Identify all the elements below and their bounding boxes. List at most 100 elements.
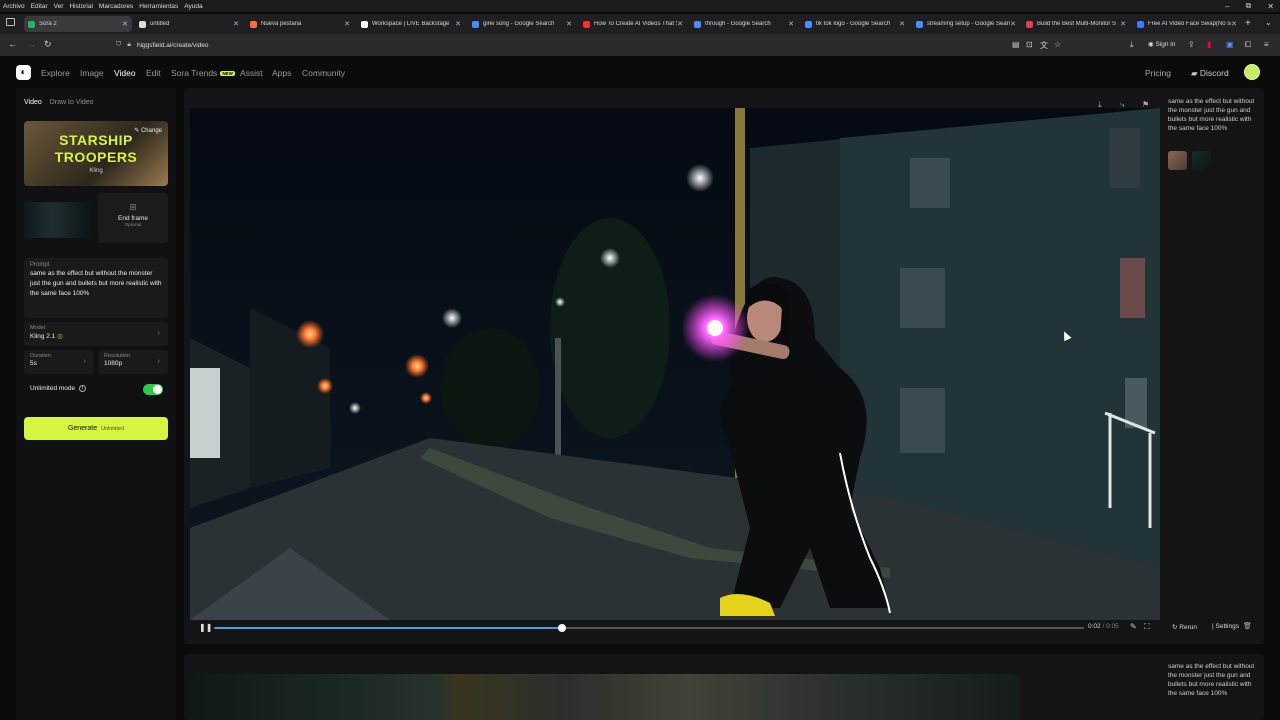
tab-draw-to-video[interactable]: Draw to Video [50,99,94,106]
browser-tab[interactable]: through - Google Search ✕ [690,16,798,32]
reader-icon[interactable]: ▤ [1012,40,1020,49]
browser-tab[interactable]: untitled ✕ [135,16,243,32]
tab-bar: Sora 2 ✕ untitled ✕ Nueva pestaña ✕ Workspa… [0,14,1280,34]
extensions-icon[interactable]: ⇪ [1188,40,1195,49]
browser-tab[interactable]: tik tok logo - Google Search ✕ [801,16,909,32]
menu-icon[interactable]: ≡ [1264,40,1269,49]
start-frame-thumbnail[interactable] [24,202,94,238]
new-tab-icon[interactable]: + [1245,18,1251,29]
reference-thumbnail[interactable] [1192,151,1211,170]
close-icon[interactable]: ✕ [1120,20,1126,28]
close-icon[interactable]: ✕ [344,20,350,28]
close-icon[interactable]: ✕ [788,20,794,28]
forward-icon[interactable]: → [27,39,36,49]
unlimited-mode-toggle[interactable] [143,384,163,395]
browser-tab[interactable]: Build the Best Multi-Monitor S ✕ [1022,16,1130,32]
menu-marcadores[interactable]: Marcadores [96,3,136,10]
close-icon[interactable]: ✕ [1010,20,1016,28]
menu-historial[interactable]: Historial [66,3,95,10]
model-badge-icon: ◎ [57,333,63,340]
nav-sora-trends[interactable]: Sora Trends NEW [171,68,235,78]
bookmark-icon[interactable]: ⚑ [1142,100,1149,109]
discord-link[interactable]: ▰ Discord [1191,68,1229,79]
seek-bar[interactable] [214,624,1084,632]
prompt-text[interactable]: same as the effect but without the monst… [30,269,162,299]
video-player[interactable] [190,674,1020,720]
menu-herramientas[interactable]: Herramientas [136,3,181,10]
trash-icon[interactable]: 🗑︎ [1243,622,1252,630]
result-prompt-text: same as the effect but without the monst… [1168,98,1255,132]
extension-icon[interactable]: ▮ [1207,40,1211,49]
fullscreen-icon[interactable]: ⛶ [1144,622,1150,632]
rerun-button[interactable]: ↻ Rerun [1172,623,1197,631]
reload-icon[interactable]: ↻ [44,39,52,50]
extension-icon[interactable]: ▣ [1226,40,1234,49]
signin-button[interactable]: ◉ Sign in [1148,40,1175,48]
tab-video[interactable]: Video [24,99,42,106]
duration-selector[interactable]: Duration 5s › [24,350,94,374]
chevron-right-icon: › [157,358,160,365]
nav-video[interactable]: Video [114,68,136,78]
browser-tab[interactable]: Nueva pestaña ✕ [246,16,354,32]
menu-ver[interactable]: Ver [51,3,67,10]
video-player[interactable] [190,108,1160,620]
tab-label: through - Google Search [705,21,771,27]
browser-tab[interactable]: Sora 2 ✕ [24,16,132,32]
info-icon[interactable]: i [78,385,86,392]
menu-ayuda[interactable]: Ayuda [181,3,205,10]
end-frame-slot[interactable]: ⊞ End frame Optional [98,193,168,243]
reference-thumbnail[interactable] [1168,151,1187,170]
url-text[interactable]: higgsfield.ai/create/video [137,42,209,49]
settings-button[interactable]: | Settings [1212,623,1239,630]
pricing-link[interactable]: Pricing [1145,68,1171,78]
nav-edit[interactable]: Edit [146,68,161,78]
nav-assist[interactable]: Assist [240,68,263,78]
browser-tab[interactable]: streaming setup - Google Searc ✕ [912,16,1020,32]
tab-list-icon[interactable]: ⌄ [1265,18,1272,27]
nav-community[interactable]: Community [302,68,345,78]
nav-apps[interactable]: Apps [272,68,291,78]
nav-sora-trends-label: Sora Trends [171,68,218,78]
close-icon[interactable]: ✕ [1231,20,1237,28]
close-icon[interactable]: ✕ [455,20,461,28]
nav-image[interactable]: Image [80,68,104,78]
minimize-button[interactable]: – [1225,2,1229,11]
browser-tab[interactable]: girei song - Google Search ✕ [468,16,576,32]
sidebar-toggle-icon[interactable] [6,18,15,26]
close-icon[interactable]: ✕ [122,20,128,28]
change-button[interactable]: ✎ Change [134,127,162,134]
share-icon[interactable]: ⤷ [1120,100,1124,110]
browser-tab[interactable]: Free AI Video Face Swap(No si ✕ [1133,16,1241,32]
browser-tab[interactable]: How To Create AI Videos That S ✕ [579,16,687,32]
download-icon[interactable]: ⤓ [1098,100,1102,110]
nav-explore[interactable]: Explore [41,68,70,78]
model-selector[interactable]: Model Kling 2.1 ◎ › [24,322,168,346]
generate-button[interactable]: Generate Unlimited [24,417,168,440]
menu-archivo[interactable]: Archivo [0,3,28,10]
time-display: 0:02 / 0:05 [1088,623,1119,630]
browser-tab[interactable]: Workspace | LIVE Backstage ✕ [357,16,465,32]
prompt-field[interactable]: Prompt same as the effect but without th… [24,258,168,318]
address-bar[interactable]: ⛉ 🔒︎ higgsfield.ai/create/video [116,38,1066,52]
edit-pencil-icon[interactable]: ✎ [1130,622,1137,631]
close-icon[interactable]: ✕ [677,20,683,28]
seek-handle[interactable] [558,624,566,632]
avatar[interactable] [1244,64,1260,80]
close-icon[interactable]: ✕ [566,20,572,28]
close-icon[interactable]: ✕ [233,20,239,28]
restore-button[interactable]: ⧉ [1246,1,1252,11]
resolution-selector[interactable]: Resolution 1080p › [98,350,168,374]
bookmark-star-icon[interactable]: ☆ [1054,40,1061,49]
higgsfield-logo-icon[interactable]: ◐ [16,65,31,80]
back-icon[interactable]: ← [8,39,17,49]
close-icon[interactable]: ✕ [899,20,905,28]
translate-icon[interactable]: 文 [1040,40,1048,51]
window-icon[interactable]: ⧠ [1245,40,1251,50]
menu-editar[interactable]: Editar [28,3,51,10]
download-icon[interactable]: ⤓ [1130,40,1134,50]
screenshot-icon[interactable]: ⊡ [1026,40,1033,49]
pause-icon[interactable]: ❚❚ [199,623,212,632]
preset-thumbnail[interactable]: STARSHIP TROOPERS Kling ✎ Change [24,121,168,186]
model-value: Kling 2.1 ◎ [30,332,162,340]
close-window-button[interactable]: ✕ [1267,2,1274,11]
